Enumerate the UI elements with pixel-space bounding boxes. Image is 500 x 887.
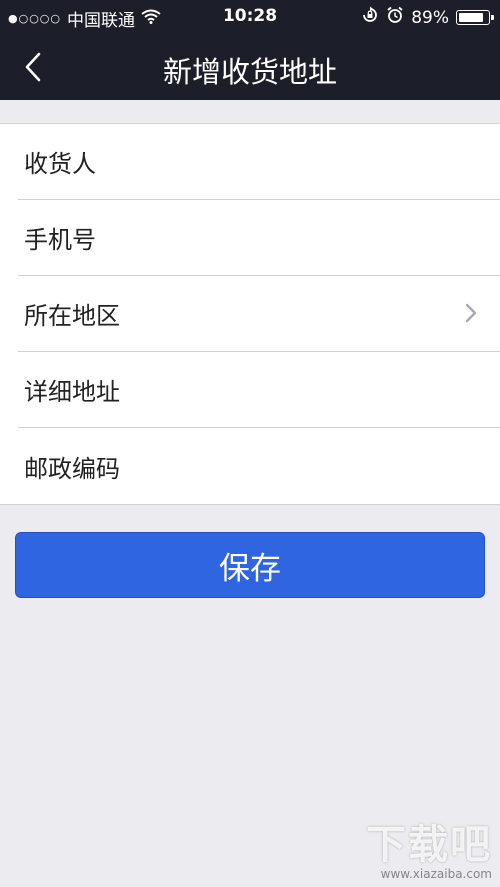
battery-icon <box>456 10 494 25</box>
status-bar: ●○○○○ 中国联通 10:28 89% <box>0 0 500 34</box>
chevron-right-icon <box>465 303 477 323</box>
phone-label: 手机号 <box>24 226 96 254</box>
alarm-icon <box>386 6 404 29</box>
watermark-url: www.xiazaiba.com <box>380 867 492 881</box>
detailed-address-field[interactable]: 详细地址 <box>18 352 500 428</box>
detailed-address-label: 详细地址 <box>24 378 120 406</box>
save-button[interactable]: 保存 <box>15 532 485 598</box>
postal-code-field[interactable]: 邮政编码 <box>18 428 500 504</box>
recipient-field[interactable]: 收货人 <box>18 124 500 200</box>
watermark: 下载吧 www.xiazaiba.com <box>366 823 492 881</box>
address-form: 收货人 手机号 所在地区 详细地址 邮政编码 <box>0 123 500 505</box>
navigation-bar: 新增收货地址 <box>0 34 500 100</box>
status-right: 89% <box>361 6 494 29</box>
region-selector[interactable]: 所在地区 <box>18 276 500 352</box>
rotation-lock-icon <box>361 6 379 29</box>
recipient-label: 收货人 <box>24 150 96 178</box>
phone-field[interactable]: 手机号 <box>18 200 500 276</box>
page-title: 新增收货地址 <box>162 55 337 89</box>
battery-percent: 89% <box>411 7 449 28</box>
watermark-logo-text: 下载吧 <box>366 822 492 868</box>
postal-code-label: 邮政编码 <box>24 454 120 483</box>
region-label: 所在地区 <box>24 302 120 330</box>
battery-level-fill <box>459 13 483 22</box>
